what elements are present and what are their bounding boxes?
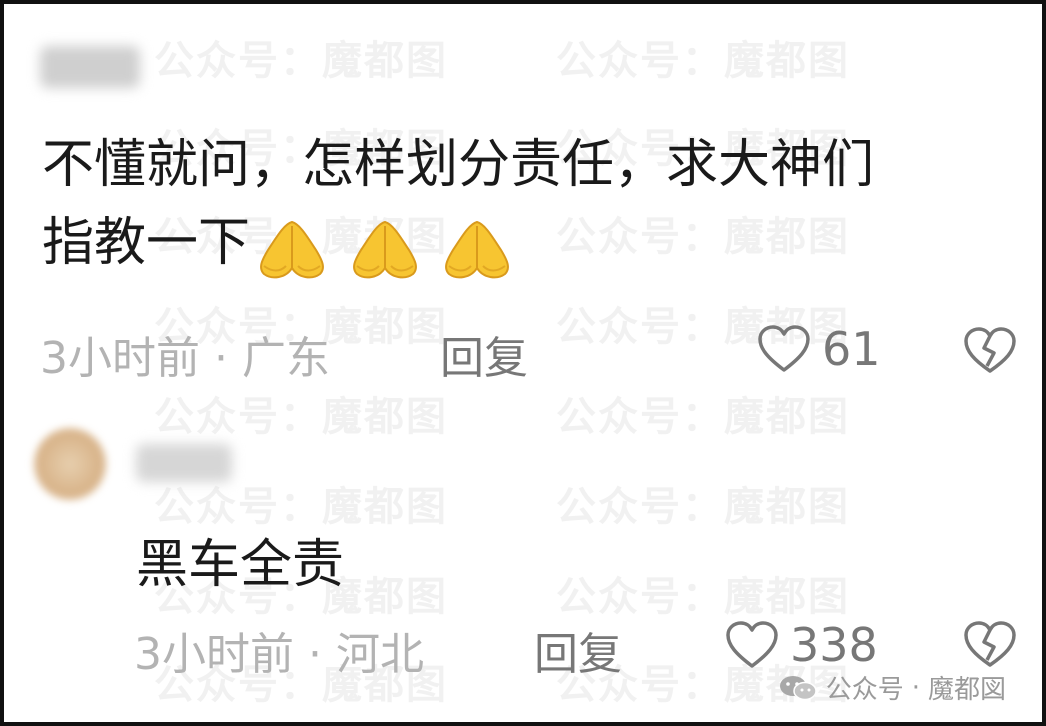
source-channel: 公众号	[825, 675, 904, 705]
folded-hands-icon	[352, 220, 417, 279]
dislike-broken-heart-icon[interactable]	[962, 326, 1018, 376]
folded-hands-icon	[445, 220, 510, 279]
watermark: 公众号：魔都图	[556, 574, 850, 620]
comment-location: 河北	[335, 629, 424, 680]
folded-hands-emoji-group	[254, 207, 515, 285]
source-name: 魔都図	[927, 675, 1006, 705]
wechat-icon	[779, 675, 817, 700]
heart-icon	[758, 325, 810, 372]
comment-text-line-2-wrap: 指教一下	[42, 204, 1022, 285]
comment-meta: 3小时前 · 河北	[134, 618, 424, 682]
comment-location: 广东	[241, 333, 330, 384]
watermark: 公众号：魔都图	[154, 38, 448, 84]
source-separator: ·	[911, 672, 920, 703]
heart-icon	[726, 621, 778, 668]
username-blurred[interactable]	[40, 46, 140, 88]
avatar-blurred[interactable]	[34, 428, 106, 500]
watermark: 公众号：魔都图	[154, 394, 448, 440]
like-button[interactable]: 61	[756, 322, 881, 376]
comment-text: 黑车全责	[136, 535, 345, 595]
watermark: 公众号：魔都图	[556, 394, 850, 440]
comment-meta: 3小时前 · 广东	[40, 322, 330, 386]
comment-time: 3小时前	[134, 629, 294, 680]
comment-time: 3小时前	[40, 333, 200, 384]
username-blurred[interactable]	[136, 444, 232, 482]
meta-separator: ·	[308, 629, 336, 680]
reply-button[interactable]: 回复	[440, 322, 528, 386]
folded-hands-icon	[260, 220, 324, 279]
meta-separator: ·	[214, 333, 242, 384]
comment-text: 不懂就问，怎样划分责任，求大神们 指教一下	[42, 126, 1022, 285]
dislike-broken-heart-icon[interactable]	[962, 620, 1018, 670]
like-count: 338	[790, 618, 878, 672]
watermark: 公众号：魔都图	[556, 38, 850, 84]
watermark: 公众号：魔都图	[556, 484, 850, 530]
source-tag: 公众号 · 魔都図	[778, 669, 1006, 706]
reply-button[interactable]: 回复	[534, 618, 622, 682]
screenshot-frame: 公众号：魔都图 公众号：魔都图 公众号：魔都图 公众号：魔都图 公众号：魔都图 …	[0, 0, 1046, 726]
like-count: 61	[822, 322, 881, 376]
like-button[interactable]: 338	[724, 618, 878, 672]
comment-text-line-1: 不懂就问，怎样划分责任，求大神们	[42, 135, 875, 195]
comment-text-line-2: 指教一下	[42, 213, 251, 273]
